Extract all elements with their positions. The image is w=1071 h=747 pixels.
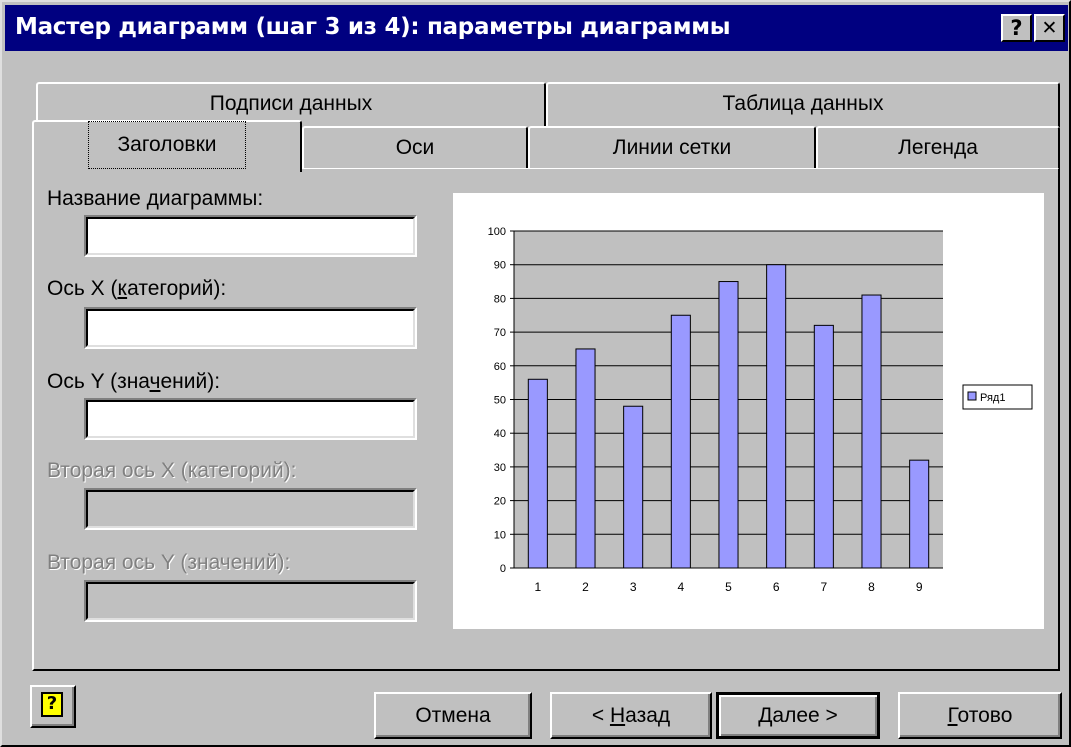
x-axis-label-pre: Ось X (: [47, 277, 118, 300]
y-axis-label-accel: ч: [149, 370, 161, 393]
y-tick-label: 100: [488, 226, 506, 238]
bar: [527, 378, 548, 569]
cancel-button[interactable]: Отмена: [374, 692, 532, 739]
next-button[interactable]: Далее >: [716, 692, 880, 739]
close-button[interactable]: ✕: [1034, 14, 1065, 42]
x-tick-label: 2: [582, 580, 589, 594]
help-icon: ?: [41, 692, 63, 717]
y-axis-input[interactable]: [84, 398, 417, 440]
x-tick-label: 1: [534, 580, 541, 594]
y-tick-label: 20: [494, 496, 506, 508]
tab-label: Оси: [395, 136, 435, 159]
finish-button-rest: отово: [957, 704, 1013, 727]
help-caption-button[interactable]: ?: [1001, 14, 1032, 42]
tab-label: Заголовки: [88, 121, 246, 169]
tab-legend[interactable]: Легенда: [816, 126, 1060, 168]
y-tick-label: 10: [494, 529, 506, 541]
x2-axis-input: [84, 488, 417, 530]
bar: [813, 324, 834, 569]
tab-label: Легенда: [898, 136, 978, 159]
dialog-title: Мастер диаграмм (шаг 3 из 4): параметры …: [15, 14, 731, 40]
back-button-accel: Н: [609, 704, 626, 727]
x-axis-label: Ось X (категорий):: [47, 277, 226, 301]
chart-title-input[interactable]: [84, 215, 417, 257]
x-tick-label: 6: [773, 580, 780, 594]
y-tick-label: 60: [494, 361, 506, 373]
chart-title-label-text: Название диаграммы:: [47, 187, 264, 210]
tab-label: Подписи данных: [209, 92, 373, 115]
bar: [670, 314, 691, 569]
tab-label: Таблица данных: [722, 92, 884, 115]
x-tick-label: 8: [868, 580, 875, 594]
tab-axes[interactable]: Оси: [302, 126, 528, 168]
y-tick-label: 80: [494, 293, 506, 305]
y-tick-label: 40: [494, 428, 506, 440]
x-axis-label-accel: к: [117, 277, 128, 300]
bar: [718, 281, 739, 569]
x-tick-label: 9: [916, 580, 923, 594]
back-button-rest: азад: [625, 704, 671, 727]
y-tick-label: 50: [494, 395, 506, 407]
y2-axis-input: [84, 580, 417, 622]
bar: [575, 348, 596, 569]
tab-gridlines[interactable]: Линии сетки: [528, 126, 816, 168]
chart-wizard-dialog: Мастер диаграмм (шаг 3 из 4): параметры …: [0, 0, 1071, 747]
y-tick-label: 70: [494, 327, 506, 339]
x-tick-label: 7: [820, 580, 827, 594]
chart-preview: 0 10 20 30 40 50 60 70 80 90 100 1 2 3 4 5 6 7 8 9 Ряд1: [453, 193, 1044, 629]
legend-swatch: [967, 391, 977, 401]
y2-axis-label: Вторая ось Y (значений):: [47, 551, 291, 574]
legend-label: Ряд1: [980, 392, 1005, 404]
y-tick-label: 0: [500, 563, 506, 575]
y-tick-label: 90: [494, 260, 506, 272]
help-button[interactable]: ?: [30, 685, 76, 728]
x-axis-label-post: атегорий):: [127, 277, 227, 300]
x-tick-label: 5: [725, 580, 732, 594]
chart-title-label: Название диаграммы:: [47, 187, 263, 211]
bar: [861, 294, 882, 569]
y-axis-label-pre: Ось Y (зна: [47, 370, 150, 393]
x-axis-input[interactable]: [84, 307, 417, 349]
finish-button-accel: Г: [947, 704, 958, 727]
tab-label: Линии сетки: [612, 136, 732, 159]
y-axis-label: Ось Y (значений):: [47, 370, 220, 394]
finish-button[interactable]: Готово: [898, 692, 1062, 739]
x2-axis-label: Вторая ось X (категорий):: [47, 459, 297, 482]
bar: [909, 459, 930, 569]
x-tick-label: 3: [630, 580, 637, 594]
chart-svg: 0 10 20 30 40 50 60 70 80 90 100 1 2 3 4 5 6 7 8 9 Ряд1: [488, 226, 1033, 594]
bar: [766, 264, 787, 569]
back-button[interactable]: < Назад: [550, 692, 712, 739]
title-bar[interactable]: Мастер диаграмм (шаг 3 из 4): параметры …: [5, 5, 1068, 51]
y-tick-label: 30: [494, 462, 506, 474]
bar: [623, 405, 644, 569]
back-button-prefix: <: [591, 704, 610, 727]
tab-titles[interactable]: Заголовки: [32, 120, 302, 172]
tab-data-table[interactable]: Таблица данных: [546, 82, 1060, 127]
y-axis-label-post: ений):: [160, 370, 221, 393]
x-tick-label: 4: [677, 580, 684, 594]
